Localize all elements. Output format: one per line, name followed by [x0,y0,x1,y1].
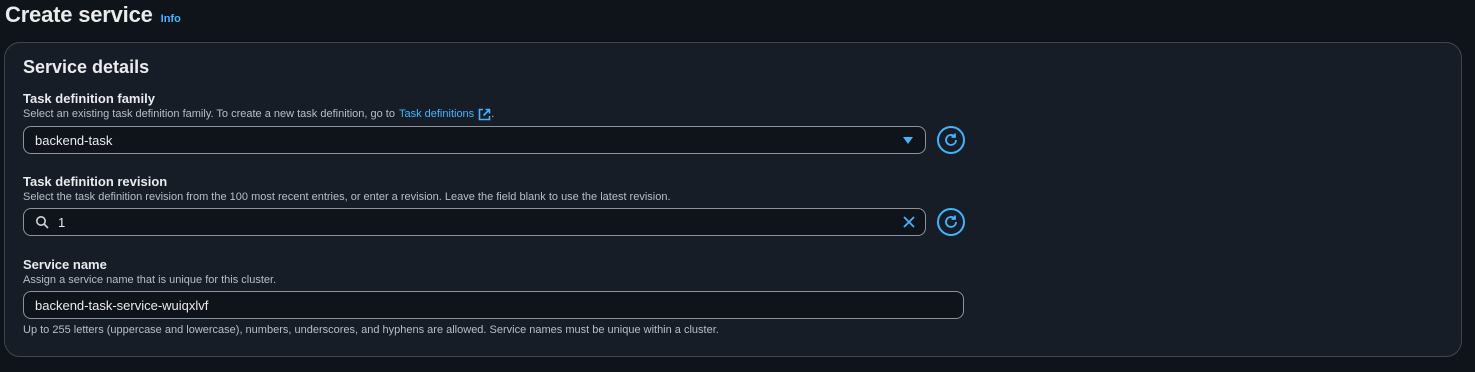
search-icon [36,216,49,229]
task-family-description-text: Select an existing task definition famil… [23,108,395,120]
external-link-icon[interactable] [478,108,491,121]
service-name-field: Service name Assign a service name that … [23,257,965,336]
task-family-description: Select an existing task definition famil… [23,107,965,121]
task-family-field: Task definition family Select an existin… [23,91,965,154]
task-definitions-link[interactable]: Task definitions [399,107,474,121]
task-revision-input[interactable]: 1 [23,208,926,236]
service-name-value: backend-task-service-wuiqxlvf [35,297,209,313]
service-name-input[interactable]: backend-task-service-wuiqxlvf [23,291,964,319]
task-family-label: Task definition family [23,91,155,106]
page-header: Create service Info [5,2,181,28]
service-name-description: Assign a service name that is unique for… [23,274,277,286]
task-revision-description: Select the task definition revision from… [23,191,671,203]
task-revision-label: Task definition revision [23,174,168,189]
refresh-icon [945,133,957,146]
service-details-panel: Service details Task definition family S… [4,42,1462,357]
service-name-hint: Up to 255 letters (uppercase and lowerca… [23,324,719,336]
task-family-refresh-button[interactable] [937,126,965,154]
task-family-selected-value: backend-task [35,132,113,148]
caret-down-icon [903,136,913,144]
task-revision-value: 1 [58,214,66,230]
task-revision-field: Task definition revision Select the task… [23,174,965,236]
task-family-select[interactable]: backend-task [23,126,926,154]
clear-icon[interactable] [902,215,916,229]
panel-title: Service details [23,57,150,77]
info-link[interactable]: Info [161,13,181,25]
service-name-label: Service name [23,257,107,272]
task-revision-refresh-button[interactable] [937,208,965,236]
task-family-period: . [491,108,495,120]
refresh-icon [945,215,957,228]
page-title: Create service [5,2,153,27]
